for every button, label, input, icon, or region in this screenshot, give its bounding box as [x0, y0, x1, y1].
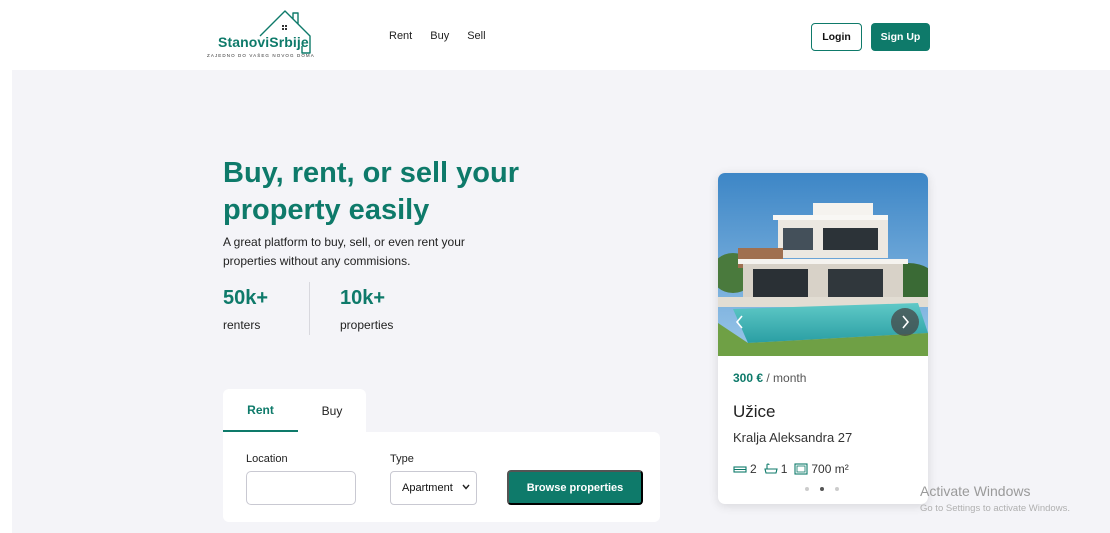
stat-value: 10k+ — [340, 287, 386, 309]
nav-buy-link[interactable]: Buy — [430, 30, 449, 42]
bed-icon — [733, 466, 747, 473]
brand-tagline: ZAJEDNO DO VAŠEG NOVOG DOMA — [207, 53, 315, 58]
price-amount: 300 € — [733, 371, 764, 385]
bedrooms-feature: 2 — [733, 462, 757, 476]
type-select[interactable]: Apartment — [390, 471, 477, 505]
carousel-next-button[interactable] — [891, 308, 919, 336]
listing-features: 2 1 700 m² — [733, 462, 856, 476]
listing-price: 300 € / month — [733, 371, 806, 385]
tab-buy[interactable]: Buy — [298, 389, 366, 432]
type-select-value: Apartment — [402, 482, 453, 494]
search-tabs: Rent Buy — [223, 389, 366, 432]
carousel-prev-button[interactable] — [726, 308, 754, 336]
login-button[interactable]: Login — [811, 23, 862, 51]
stat-label: properties — [340, 318, 394, 332]
carousel-dot[interactable] — [805, 487, 809, 491]
carousel-dot[interactable] — [835, 487, 839, 491]
stat-renters: 50k+ renters — [223, 287, 268, 332]
stat-label: renters — [223, 318, 261, 332]
carousel-dot-active[interactable] — [820, 487, 824, 491]
brand-name: StanoviSrbije — [218, 34, 309, 50]
bathrooms-feature: 1 — [763, 462, 787, 476]
bathtub-icon — [763, 463, 778, 474]
signup-button[interactable]: Sign Up — [871, 23, 930, 51]
area-feature: 700 m² — [794, 462, 849, 476]
floor-area-icon — [794, 463, 808, 475]
price-period: / month — [766, 371, 807, 385]
tab-rent[interactable]: Rent — [223, 389, 298, 432]
nav-rent-link[interactable]: Rent — [389, 30, 412, 42]
listing-address: Kralja Aleksandra 27 — [733, 430, 853, 445]
chevron-right-icon — [902, 315, 910, 329]
property-card[interactable]: 300 € / month Užice Kralja Aleksandra 27… — [718, 173, 928, 504]
carousel-dots — [805, 487, 839, 491]
activation-watermark-subtitle: Go to Settings to activate Windows. — [920, 503, 1070, 514]
hero-title: Buy, rent, or sell your property easily — [223, 157, 519, 226]
stat-divider — [309, 282, 310, 335]
stat-properties: 10k+ properties — [340, 287, 393, 332]
hero-description: A great platform to buy, sell, or even r… — [223, 235, 465, 268]
stat-value: 50k+ — [223, 287, 269, 309]
activation-watermark-title: Activate Windows — [920, 483, 1031, 499]
location-input[interactable] — [246, 471, 356, 505]
nav-sell-link[interactable]: Sell — [467, 30, 485, 42]
main-nav: Rent Buy Sell — [389, 30, 486, 42]
chevron-left-icon — [735, 315, 743, 329]
top-header: StanoviSrbije ZAJEDNO DO VAŠEG NOVOG DOM… — [0, 0, 1110, 70]
chevron-down-icon — [462, 484, 470, 490]
listing-city: Užice — [733, 402, 776, 421]
type-label: Type — [390, 453, 414, 465]
brand-logo[interactable]: StanoviSrbije ZAJEDNO DO VAŠEG NOVOG DOM… — [205, 8, 335, 60]
location-label: Location — [246, 453, 288, 465]
browse-properties-button[interactable]: Browse properties — [507, 470, 643, 505]
